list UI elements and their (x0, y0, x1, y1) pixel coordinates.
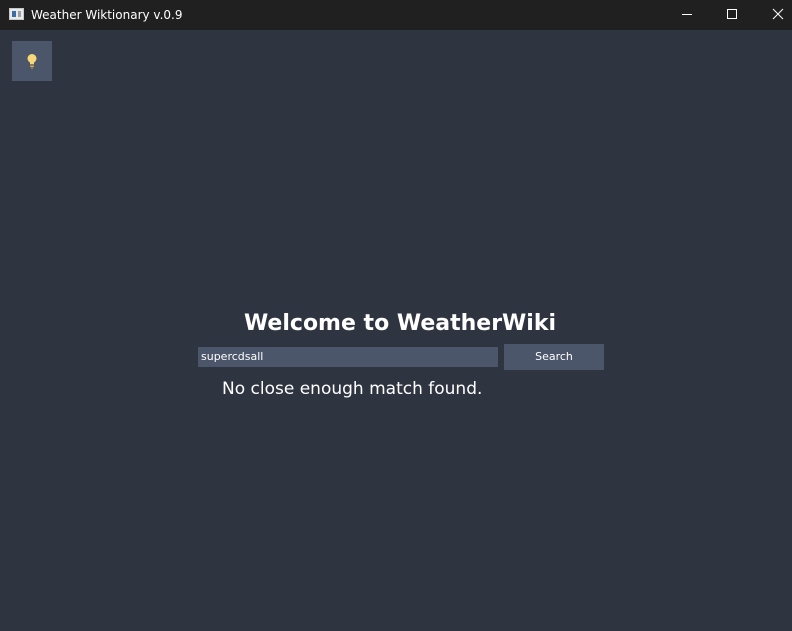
maximize-icon (727, 9, 737, 19)
lightbulb-icon (27, 54, 37, 69)
search-input[interactable] (198, 347, 498, 367)
app-icon (9, 8, 24, 20)
title-bar[interactable]: Weather Wiktionary v.0.9 (0, 0, 792, 30)
page-title: Welcome to WeatherWiki (243, 311, 557, 336)
close-button[interactable] (756, 0, 792, 30)
close-icon (772, 8, 784, 20)
minimize-icon (682, 14, 692, 15)
window-title: Weather Wiktionary v.0.9 (31, 8, 183, 22)
app-window: Weather Wiktionary v.0.9 Welcome to Weat… (0, 0, 792, 631)
maximize-button[interactable] (710, 0, 756, 30)
minimize-button[interactable] (664, 0, 710, 30)
result-message: No close enough match found. (222, 379, 483, 399)
theme-toggle-button[interactable] (12, 41, 52, 81)
search-button[interactable]: Search (504, 344, 604, 370)
